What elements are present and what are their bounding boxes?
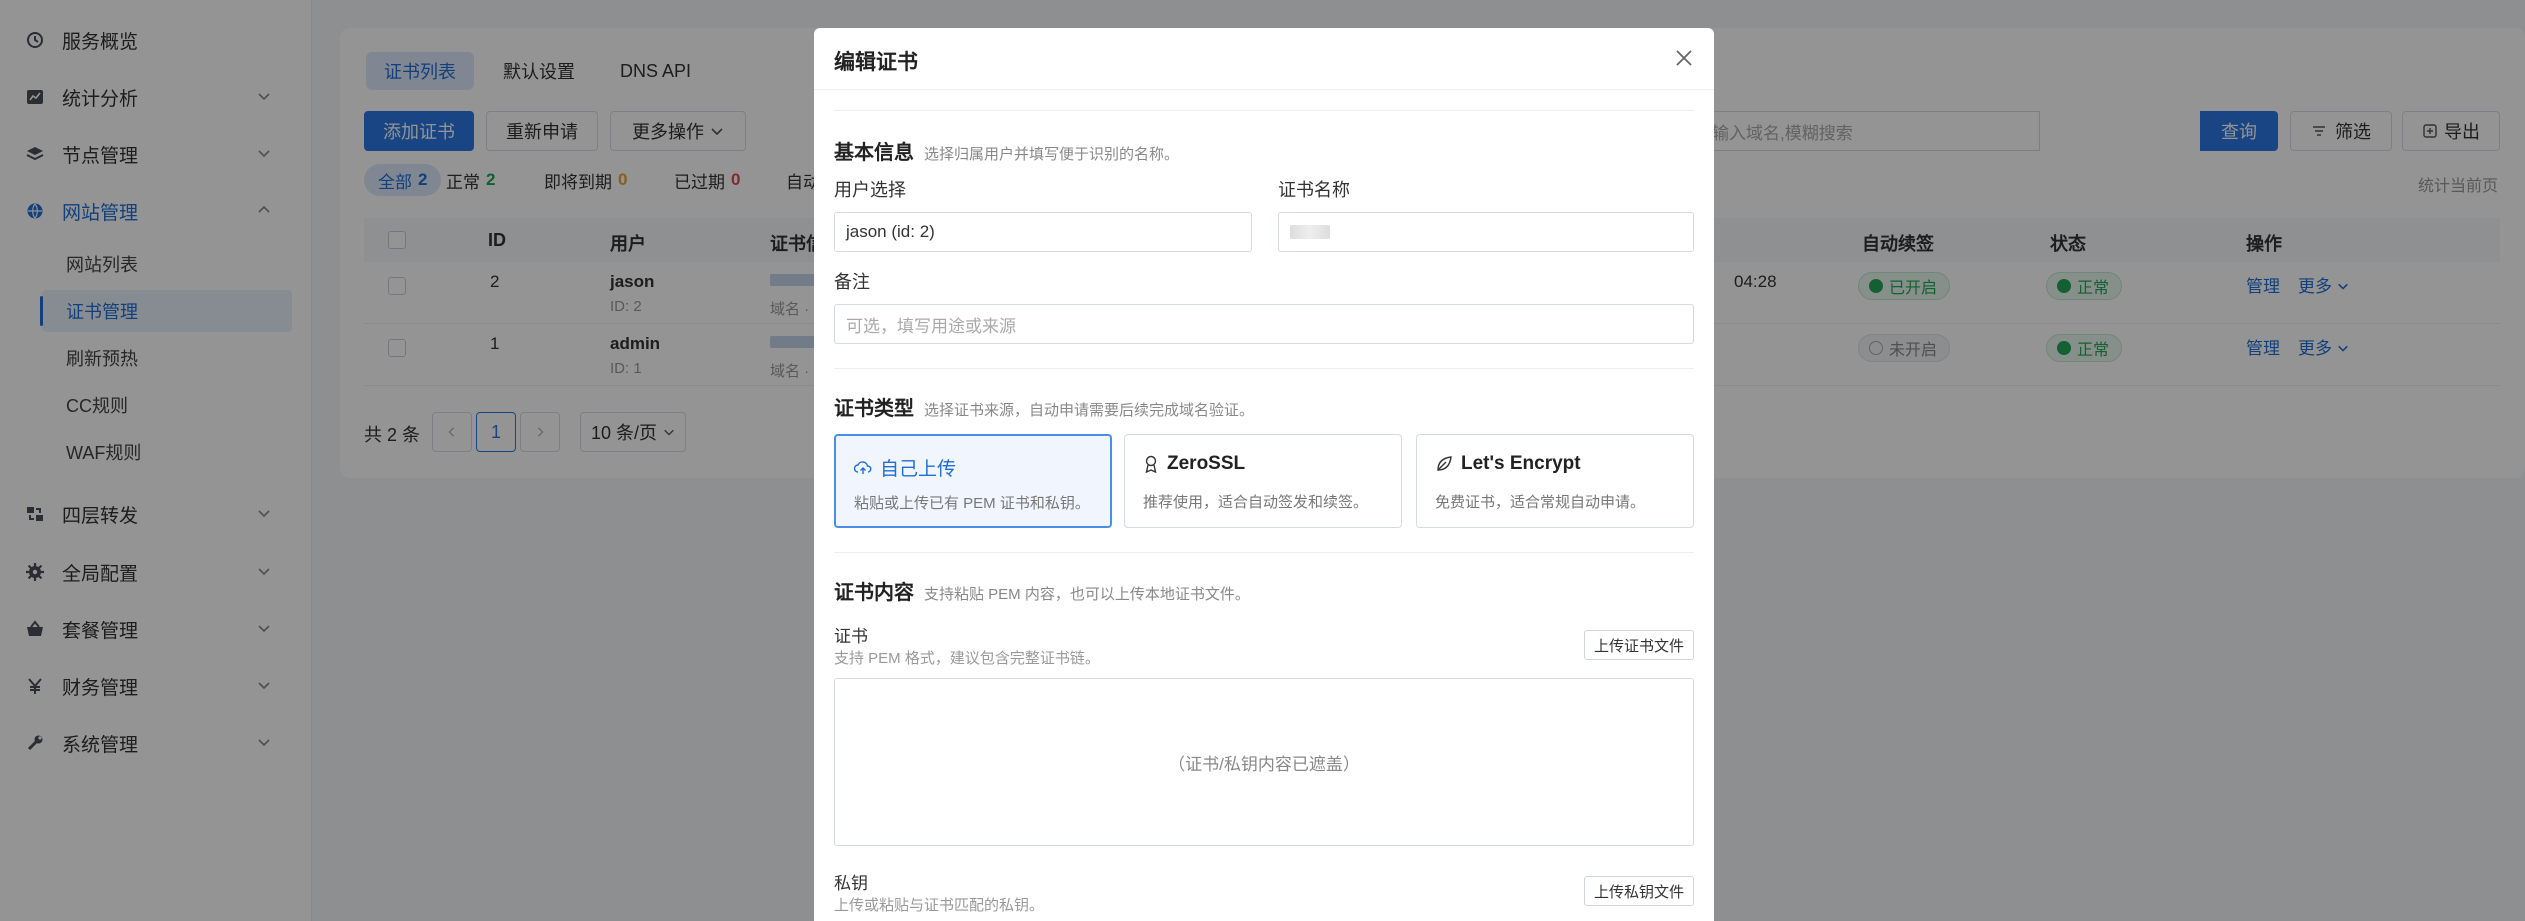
option-title: ZeroSSL — [1143, 453, 1245, 475]
upload-key-button[interactable]: 上传私钥文件 — [1584, 876, 1695, 906]
leaf-icon — [1437, 456, 1452, 471]
remark-label: 备注 — [834, 272, 870, 292]
section-cert-content: 证书内容 支持粘贴 PEM 内容，也可以上传本地证书文件。 — [834, 576, 1250, 605]
dialog-title: 编辑证书 — [834, 51, 918, 74]
key-help: 上传或粘贴与证书匹配的私钥。 — [834, 897, 1045, 914]
button-label: 上传私钥文件 — [1594, 883, 1685, 901]
option-label: ZeroSSL — [1167, 453, 1246, 474]
cert-textarea[interactable]: （证书/私钥内容已遮盖） — [834, 678, 1694, 846]
edit-cert-dialog: 编辑证书 基本信息 选择归属用户并填写便于识别的名称。 用户选择 jason (… — [814, 28, 1714, 921]
option-label: 自己上传 — [880, 459, 957, 480]
masked-content: （证书/私钥内容已遮盖） — [1168, 754, 1360, 774]
select-value: jason (id: 2) — [846, 222, 935, 241]
button-label: 上传证书文件 — [1594, 637, 1685, 655]
option-title: 自己上传 — [854, 454, 956, 481]
option-desc: 免费证书，适合常规自动申请。 — [1435, 494, 1646, 511]
option-desc: 粘贴或上传已有 PEM 证书和私钥。 — [854, 495, 1090, 512]
section-desc: 选择证书来源，自动申请需要后续完成域名验证。 — [924, 402, 1255, 419]
divider — [834, 110, 1694, 111]
key-label: 私钥 — [834, 874, 868, 893]
section-desc: 选择归属用户并填写便于识别的名称。 — [924, 146, 1180, 163]
section-cert-type: 证书类型 选择证书来源，自动申请需要后续完成域名验证。 — [834, 392, 1254, 421]
type-option-zerossl[interactable]: ZeroSSL 推荐使用，适合自动签发和续签。 — [1124, 434, 1402, 528]
close-icon[interactable] — [1672, 46, 1696, 70]
divider — [834, 552, 1694, 553]
user-select[interactable]: jason (id: 2) — [834, 212, 1252, 252]
option-label: Let's Encrypt — [1461, 453, 1581, 474]
section-title: 证书类型 — [834, 398, 914, 420]
cloud-upload-icon — [854, 460, 872, 474]
section-title: 证书内容 — [834, 582, 914, 604]
cert-label: 证书 — [834, 627, 868, 646]
user-select-label: 用户选择 — [834, 180, 906, 200]
input-placeholder: 可选，填写用途或来源 — [846, 316, 1016, 336]
section-desc: 支持粘贴 PEM 内容，也可以上传本地证书文件。 — [924, 586, 1250, 603]
cert-name-label: 证书名称 — [1278, 180, 1350, 200]
option-title: Let's Encrypt — [1435, 453, 1581, 475]
dialog-header: 编辑证书 — [814, 28, 1714, 90]
section-basic-info: 基本信息 选择归属用户并填写便于识别的名称。 — [834, 136, 1179, 165]
divider — [834, 368, 1694, 369]
upload-cert-button[interactable]: 上传证书文件 — [1584, 630, 1695, 660]
section-title: 基本信息 — [834, 142, 914, 164]
type-option-upload[interactable]: 自己上传 粘贴或上传已有 PEM 证书和私钥。 — [834, 434, 1112, 528]
remark-input[interactable]: 可选，填写用途或来源 — [834, 304, 1694, 344]
masked-value — [1290, 225, 1330, 239]
cert-help: 支持 PEM 格式，建议包含完整证书链。 — [834, 650, 1100, 667]
cert-name-input[interactable] — [1278, 212, 1694, 252]
option-desc: 推荐使用，适合自动签发和续签。 — [1143, 494, 1369, 511]
award-icon — [1145, 455, 1157, 473]
type-option-letsencrypt[interactable]: Let's Encrypt 免费证书，适合常规自动申请。 — [1416, 434, 1694, 528]
